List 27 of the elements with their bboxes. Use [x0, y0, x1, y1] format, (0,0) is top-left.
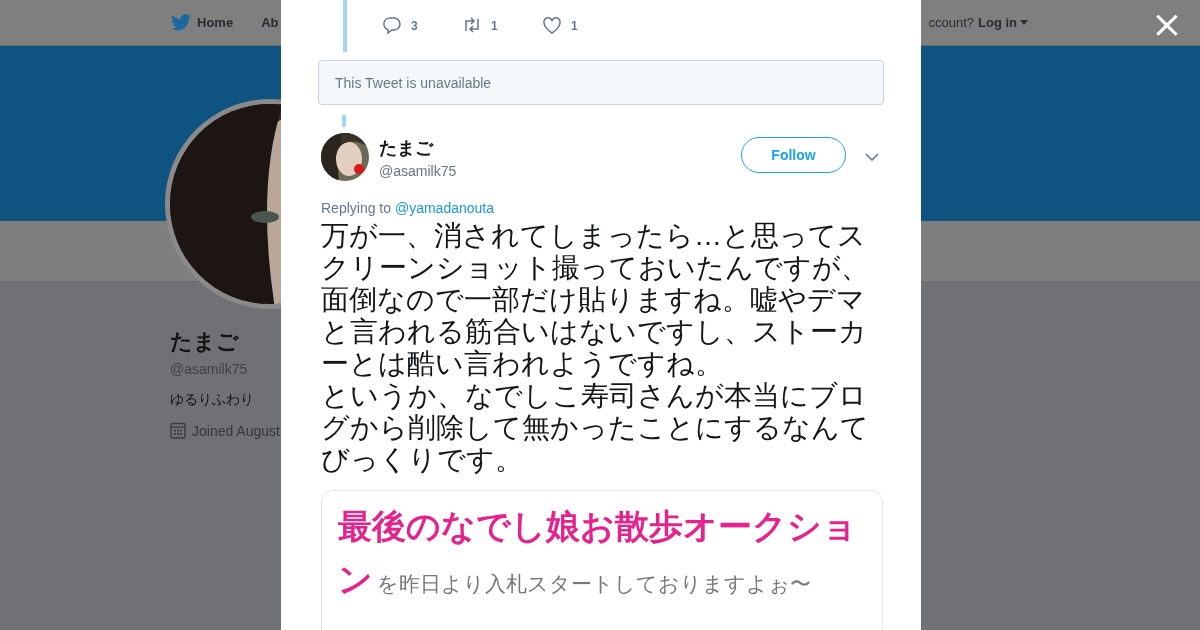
author-handle: @asamilk75: [379, 162, 457, 179]
nav-link[interactable]: Ab: [261, 15, 279, 30]
replying-label: Replying to: [321, 200, 392, 216]
reply-icon: [382, 16, 402, 35]
nav-link[interactable]: Home: [171, 14, 234, 31]
tweet-text: というか、なでしこ寿司さんが本当にブログから削除して無かったことにするなんてびっくりです。: [320, 380, 870, 476]
joined-date: Joined August: [192, 422, 280, 439]
account-prompt: ccount?: [928, 15, 974, 30]
login-link[interactable]: Log in: [978, 15, 1017, 30]
action-count: 3: [411, 18, 418, 33]
tweet-text: 万が一、消されてしまったら…と思ってスクリーンショット撮っておいたんですが、面倒なので一部だけ貼りますね。嘘やデマと言われる筋合いはないですし、ストーカーとは酷い言われようですね。: [320, 220, 870, 380]
caret-icon: [1020, 20, 1028, 25]
calendar-icon: [170, 422, 186, 439]
action-count: 1: [491, 18, 498, 33]
mention-link[interactable]: @yamadanouta: [394, 200, 494, 216]
author-name: たまご: [379, 136, 435, 160]
follow-button[interactable]: Follow: [741, 137, 846, 173]
action-count: 1: [571, 18, 578, 33]
image-caption: 最後のなでし娘お散歩オークション を昨日より入札スタートしておりますよぉ〜: [338, 506, 858, 600]
close-button[interactable]: ×: [1150, 6, 1184, 42]
profile-bio: ゆるりふわり: [170, 391, 254, 409]
unavailable-notice: This Tweet is unavailable: [318, 60, 884, 105]
retweet-icon: [462, 16, 482, 35]
bird-icon: [171, 14, 191, 31]
heart-icon: [542, 16, 562, 35]
profile-name: たまご: [170, 328, 239, 356]
chevron-icon[interactable]: [865, 153, 879, 161]
